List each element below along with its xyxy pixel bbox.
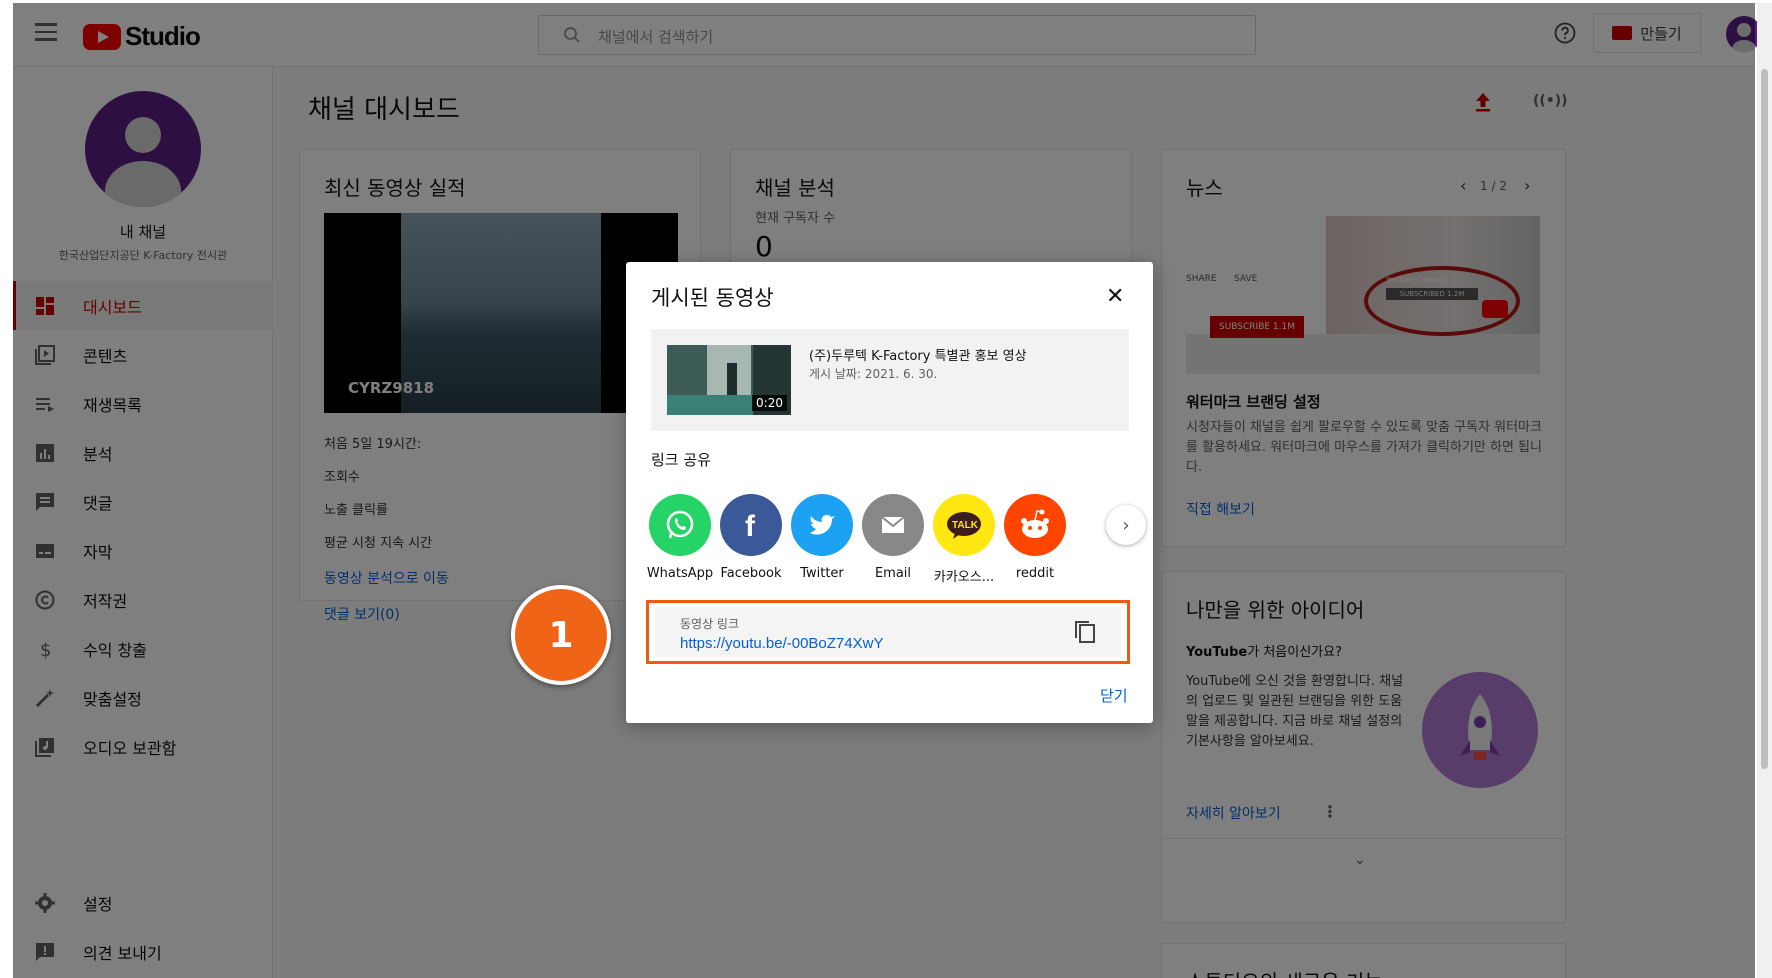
close-button[interactable]: 닫기 [1100,685,1128,706]
step-number-badge: 1 [511,585,611,685]
published-video-dialog: 게시된 동영상 ✕ 0:20 (주)두루텍 K-Factory 특별관 홍보 영… [626,262,1153,723]
video-date: 게시 날짜: 2021. 6. 30. [809,367,938,381]
video-thumbnail[interactable]: 0:20 [667,345,791,415]
svg-text:TALK: TALK [952,520,979,531]
video-link-box: 동영상 링크 https://youtu.be/-00BoZ74XwY [646,600,1130,664]
share-label: WhatsApp [646,566,714,581]
share-next-button[interactable]: › [1106,505,1146,545]
email-icon [862,494,924,556]
facebook-icon: f [720,494,782,556]
twitter-icon [791,494,853,556]
share-label: 카카오스... [933,570,995,585]
share-reddit-button[interactable]: reddit [995,494,1075,581]
scrollbar[interactable] [1757,3,1772,978]
video-duration: 0:20 [752,395,787,411]
kakao-talk-icon: TALK [933,494,995,556]
share-facebook-button[interactable]: f Facebook [711,494,791,581]
share-label: Email [874,566,912,581]
share-title: 링크 공유 [651,451,711,469]
dialog-title: 게시된 동영상 [651,286,774,310]
share--button[interactable]: TALK 카카오스... [924,494,1004,585]
reddit-icon [1004,494,1066,556]
app-frame: Studio 채널에서 검색하기 만들기 내 채널 한국산업단지공단 K-Fac… [0,0,1772,978]
video-title: (주)두루텍 K-Factory 특별관 홍보 영상 [809,349,1027,364]
close-icon[interactable]: ✕ [1106,284,1124,309]
share-label: Facebook [720,566,782,581]
share-label: reddit [1015,566,1055,581]
whatsapp-icon [649,494,711,556]
svg-text:f: f [745,510,756,542]
copy-icon[interactable] [1073,619,1097,645]
video-link-label: 동영상 링크 [680,617,740,631]
share-label: Twitter [800,566,844,581]
video-link-url[interactable]: https://youtu.be/-00BoZ74XwY [680,635,883,652]
share-whatsapp-button[interactable]: WhatsApp [640,494,720,581]
video-summary: 0:20 (주)두루텍 K-Factory 특별관 홍보 영상 게시 날짜: 2… [651,329,1129,431]
share-email-button[interactable]: Email [853,494,933,581]
share-twitter-button[interactable]: Twitter [782,494,862,581]
